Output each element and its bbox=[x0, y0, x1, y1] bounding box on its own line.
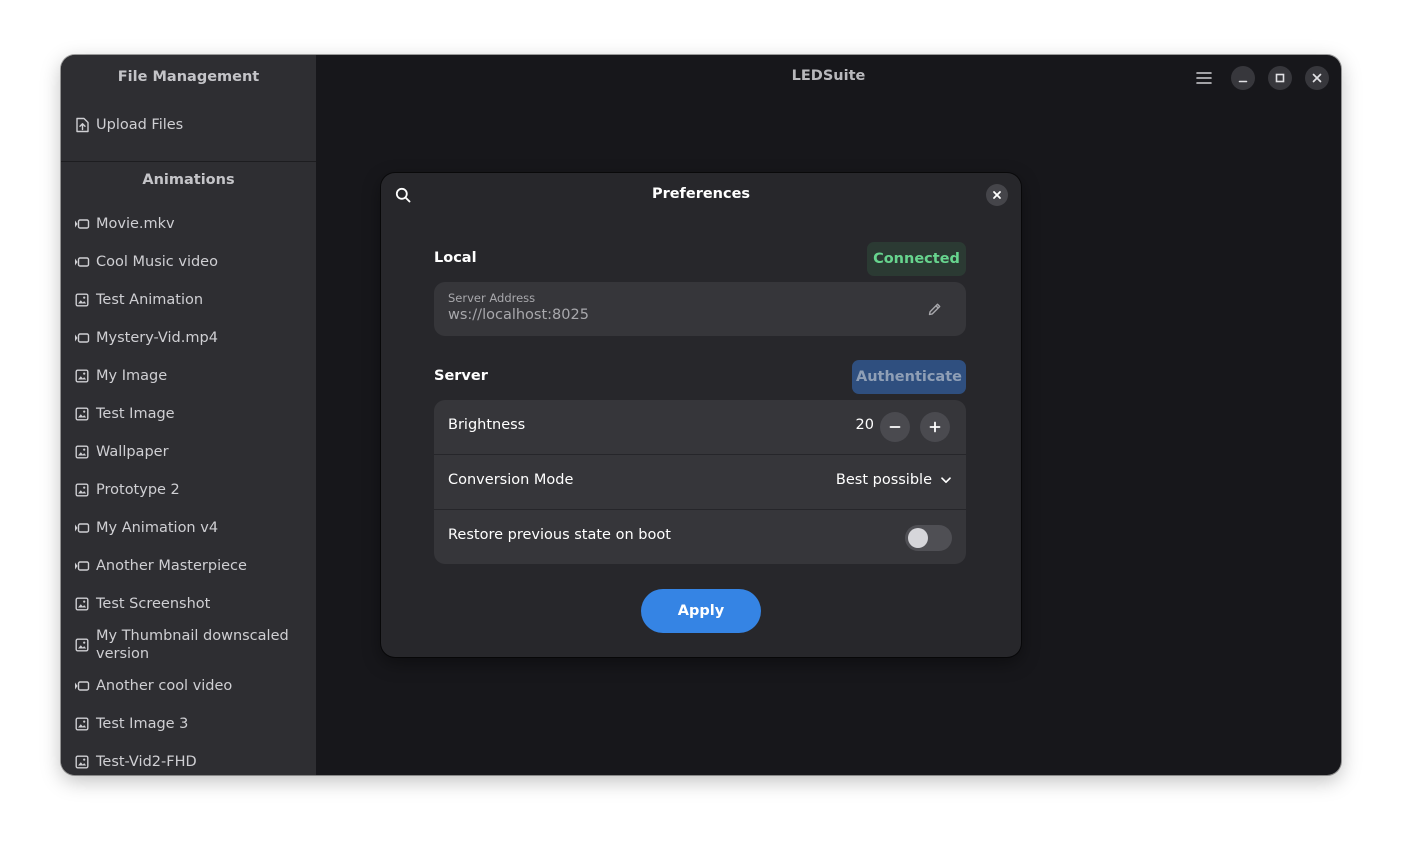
animation-name: My Image bbox=[96, 368, 168, 384]
animation-list-item[interactable]: Test-Vid2-FHD bbox=[74, 753, 306, 771]
conversion-mode-value: Best possible bbox=[835, 472, 932, 488]
image-icon bbox=[74, 482, 90, 498]
restore-state-row: Restore previous state on boot bbox=[434, 510, 966, 564]
sidebar-divider bbox=[61, 161, 316, 162]
chevron-down-icon bbox=[940, 474, 952, 486]
animation-name: My Thumbnail downscaled version bbox=[96, 628, 289, 662]
video-icon bbox=[74, 254, 90, 270]
animation-list-item[interactable]: Movie.mkv bbox=[74, 215, 306, 233]
maximize-button[interactable] bbox=[1268, 66, 1292, 90]
brightness-increase-button[interactable] bbox=[920, 412, 950, 442]
brightness-row: Brightness 20 bbox=[434, 400, 966, 454]
video-icon bbox=[74, 216, 90, 232]
brightness-label: Brightness bbox=[448, 417, 526, 433]
server-address-label: Server Address bbox=[448, 291, 536, 305]
maximize-icon bbox=[1275, 73, 1285, 83]
animation-name: Mystery-Vid.mp4 bbox=[96, 330, 218, 346]
connection-status-badge: Connected bbox=[867, 242, 966, 276]
image-icon bbox=[74, 716, 90, 732]
animation-list-item[interactable]: Test Image bbox=[74, 405, 306, 423]
upload-icon bbox=[74, 117, 90, 133]
animation-name: Test-Vid2-FHD bbox=[96, 754, 197, 770]
conversion-mode-label: Conversion Mode bbox=[448, 472, 574, 488]
server-address-field[interactable]: Server Address ws://localhost:8025 bbox=[434, 282, 966, 336]
toggle-knob bbox=[908, 528, 928, 548]
animation-name: Another cool video bbox=[96, 678, 233, 694]
animation-list-item[interactable]: Another cool video bbox=[74, 677, 306, 695]
restore-state-label: Restore previous state on boot bbox=[448, 527, 671, 543]
animation-list-item[interactable]: Test Image 3 bbox=[74, 715, 306, 733]
image-icon bbox=[74, 596, 90, 612]
plus-icon bbox=[929, 421, 941, 433]
conversion-mode-row[interactable]: Conversion Mode Best possible bbox=[434, 455, 966, 509]
animation-list-item[interactable]: Cool Music video bbox=[74, 253, 306, 271]
animation-list-item[interactable]: My Animation v4 bbox=[74, 519, 306, 537]
image-icon bbox=[74, 637, 90, 653]
conversion-mode-dropdown[interactable]: Best possible bbox=[836, 472, 952, 488]
minimize-icon bbox=[1238, 73, 1248, 83]
video-icon bbox=[74, 520, 90, 536]
app-title: LEDSuite bbox=[791, 68, 866, 84]
close-icon bbox=[992, 190, 1002, 200]
image-icon bbox=[74, 368, 90, 384]
animation-list-item[interactable]: Wallpaper bbox=[74, 443, 306, 461]
dialog-close-button[interactable] bbox=[986, 184, 1008, 206]
animation-list-item[interactable]: Test Animation bbox=[74, 291, 306, 309]
animation-name: Another Masterpiece bbox=[96, 558, 247, 574]
animation-name: Test Image bbox=[96, 406, 175, 422]
animation-name: My Animation v4 bbox=[96, 520, 219, 536]
animation-list-item[interactable]: My Thumbnail downscaled version bbox=[74, 627, 306, 663]
image-icon bbox=[74, 292, 90, 308]
animations-heading: Animations bbox=[142, 172, 235, 188]
brightness-value: 20 bbox=[855, 417, 874, 433]
minimize-button[interactable] bbox=[1231, 66, 1255, 90]
hamburger-menu-icon bbox=[1196, 71, 1212, 85]
server-heading: Server bbox=[434, 368, 488, 384]
image-icon bbox=[74, 406, 90, 422]
animation-name: Test Image 3 bbox=[96, 716, 189, 732]
server-settings-card: Brightness 20 Conversion Mode Best possi… bbox=[434, 400, 966, 564]
edit-server-address-button[interactable] bbox=[924, 299, 944, 319]
authenticate-button[interactable]: Authenticate bbox=[852, 360, 966, 394]
animation-name: Wallpaper bbox=[96, 444, 169, 460]
animation-list-item[interactable]: Another Masterpiece bbox=[74, 557, 306, 575]
animation-name: Prototype 2 bbox=[96, 482, 180, 498]
animation-name: Cool Music video bbox=[96, 254, 218, 270]
main-menu-button[interactable] bbox=[1192, 66, 1216, 90]
close-icon bbox=[1312, 73, 1322, 83]
preferences-dialog: Preferences Local Connected Server Addre… bbox=[381, 173, 1021, 657]
apply-button[interactable]: Apply bbox=[641, 589, 761, 633]
restore-state-toggle[interactable] bbox=[905, 525, 952, 551]
image-icon bbox=[74, 444, 90, 460]
server-address-value: ws://localhost:8025 bbox=[448, 307, 589, 323]
pencil-icon bbox=[927, 302, 942, 317]
animation-list-item[interactable]: My Image bbox=[74, 367, 306, 385]
video-icon bbox=[74, 678, 90, 694]
upload-files-button[interactable]: Upload Files bbox=[74, 116, 306, 134]
brightness-decrease-button[interactable] bbox=[880, 412, 910, 442]
sidebar: File Management Upload Files Animations … bbox=[61, 55, 316, 775]
dialog-title: Preferences bbox=[651, 186, 751, 202]
animation-name: Movie.mkv bbox=[96, 216, 175, 232]
animation-list-item[interactable]: Mystery-Vid.mp4 bbox=[74, 329, 306, 347]
video-icon bbox=[74, 558, 90, 574]
animation-list-item[interactable]: Test Screenshot bbox=[74, 595, 306, 613]
file-management-heading: File Management bbox=[117, 69, 260, 85]
close-window-button[interactable] bbox=[1305, 66, 1329, 90]
image-icon bbox=[74, 754, 90, 770]
app-window: File Management Upload Files Animations … bbox=[61, 55, 1341, 775]
video-icon bbox=[74, 330, 90, 346]
local-heading: Local bbox=[434, 250, 477, 266]
upload-files-label: Upload Files bbox=[96, 117, 184, 133]
animation-name: Test Animation bbox=[96, 292, 204, 308]
animation-name: Test Screenshot bbox=[96, 596, 211, 612]
minus-icon bbox=[889, 421, 901, 433]
animation-list-item[interactable]: Prototype 2 bbox=[74, 481, 306, 499]
